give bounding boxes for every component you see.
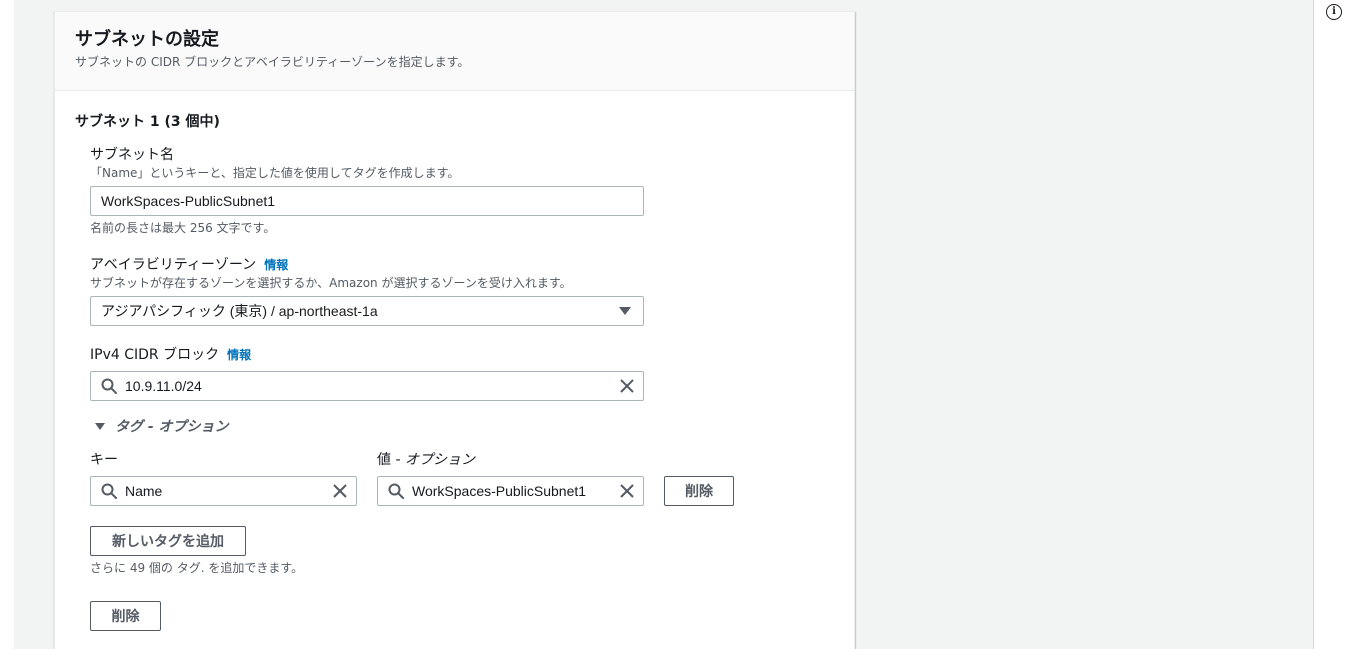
tag-value-label: 値 - オプション xyxy=(377,450,475,470)
tags-toggle-label: タグ - オプション xyxy=(115,419,229,435)
az-label-row: アベイラビリティーゾーン 情報 xyxy=(90,255,288,275)
subnet-name-input[interactable]: WorkSpaces-PublicSubnet1 xyxy=(90,186,644,216)
subnet-name-constraint: 名前の長さは最大 256 文字です。 xyxy=(90,221,276,235)
clear-icon[interactable] xyxy=(619,378,635,394)
tags-remaining-note: さらに 49 個の タグ. を追加できます。 xyxy=(90,561,304,575)
subnet-heading: サブネット 1 (3 個中) xyxy=(75,114,220,130)
tag-value-label-optional: - オプション xyxy=(391,452,475,468)
subnet-settings-panel: サブネットの設定 サブネットの CIDR ブロックとアベイラビリティーゾーンを指… xyxy=(54,11,855,649)
remove-subnet-button[interactable]: 削除 xyxy=(90,601,161,631)
az-selected-value: アジアパシフィック (東京) / ap-northeast-1a xyxy=(101,303,378,319)
tag-value-value: WorkSpaces-PublicSubnet1 xyxy=(412,483,587,499)
search-icon xyxy=(91,378,117,394)
caret-down-icon xyxy=(95,422,105,430)
tag-value-input[interactable]: WorkSpaces-PublicSubnet1 xyxy=(377,476,644,506)
info-icon[interactable]: i xyxy=(1326,4,1342,20)
cidr-value: 10.9.11.0/24 xyxy=(125,378,202,394)
remove-tag-button[interactable]: 削除 xyxy=(664,476,734,506)
az-label: アベイラビリティーゾーン xyxy=(90,257,257,273)
add-tag-button[interactable]: 新しいタグを追加 xyxy=(90,526,246,556)
cidr-label-row: IPv4 CIDR ブロック 情報 xyxy=(90,345,251,365)
tag-key-label: キー xyxy=(90,452,118,468)
tag-key-input[interactable]: Name xyxy=(90,476,357,506)
az-info-link[interactable]: 情報 xyxy=(264,255,288,275)
subnet-name-label: サブネット名 xyxy=(90,147,174,163)
search-icon xyxy=(91,483,117,499)
panel-description: サブネットの CIDR ブロックとアベイラビリティーゾーンを指定します。 xyxy=(75,55,470,69)
clear-icon[interactable] xyxy=(619,483,635,499)
panel-title: サブネットの設定 xyxy=(75,29,219,50)
caret-down-icon xyxy=(619,307,631,315)
tags-toggle[interactable]: タグ - オプション xyxy=(95,416,229,436)
cidr-label: IPv4 CIDR ブロック xyxy=(90,347,220,363)
subnet-name-value: WorkSpaces-PublicSubnet1 xyxy=(101,193,276,209)
help-rail xyxy=(1313,0,1368,649)
clear-icon[interactable] xyxy=(332,483,348,499)
left-gutter xyxy=(0,0,14,649)
tag-key-value: Name xyxy=(125,483,163,499)
cidr-input[interactable]: 10.9.11.0/24 xyxy=(90,371,644,401)
subnet-name-description: 「Name」というキーと、指定した値を使用してタグを作成します。 xyxy=(90,166,460,180)
tag-value-label-main: 値 xyxy=(377,452,391,468)
az-select[interactable]: アジアパシフィック (東京) / ap-northeast-1a xyxy=(90,296,644,326)
cidr-info-link[interactable]: 情報 xyxy=(227,345,251,365)
search-icon xyxy=(378,483,404,499)
az-description: サブネットが存在するゾーンを選択するか、Amazon が選択するゾーンを受け入れ… xyxy=(90,276,572,290)
panel-header: サブネットの設定 サブネットの CIDR ブロックとアベイラビリティーゾーンを指… xyxy=(55,12,854,91)
